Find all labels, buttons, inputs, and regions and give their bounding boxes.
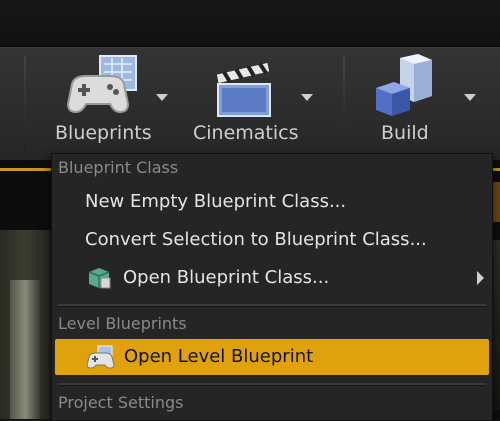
main-toolbar: Blueprints Cinematics Build: [0, 47, 500, 161]
toolbar-separator: [343, 56, 345, 154]
build-button[interactable]: Build: [360, 48, 490, 161]
menu-divider: [58, 383, 486, 386]
title-strip: [0, 0, 500, 47]
section-header-level-blueprints: Level Blueprints: [58, 314, 187, 333]
toolbar-separator: [24, 56, 26, 154]
blueprints-label: Blueprints: [55, 122, 152, 144]
blueprints-dropdown-arrow[interactable]: [156, 94, 168, 101]
blueprints-dropdown-menu: Blueprint Class New Empty Blueprint Clas…: [51, 153, 493, 421]
section-header-blueprint-class: Blueprint Class: [58, 158, 179, 177]
clapperboard-icon: [215, 61, 271, 117]
menu-item-label: Open Blueprint Class...: [123, 267, 330, 288]
level-blueprint-icon: [86, 345, 115, 369]
build-label: Build: [381, 122, 429, 144]
menu-item-open-blueprint-class[interactable]: Open Blueprint Class...: [54, 260, 490, 296]
build-dropdown-arrow[interactable]: [464, 94, 476, 101]
blueprints-button[interactable]: Blueprints: [52, 48, 182, 161]
section-header-project-settings: Project Settings: [58, 393, 184, 412]
submenu-arrow-icon: [477, 271, 484, 285]
menu-item-open-level-blueprint[interactable]: Open Level Blueprint: [55, 339, 489, 375]
blueprint-class-open-icon: [88, 268, 111, 289]
cinematics-dropdown-arrow[interactable]: [301, 94, 313, 101]
build-cubes-icon: [376, 54, 432, 116]
viewport-scene-pillar: [10, 280, 40, 419]
cinematics-button[interactable]: Cinematics: [190, 48, 325, 161]
menu-item-new-empty-blueprint-class[interactable]: New Empty Blueprint Class...: [54, 184, 490, 220]
menu-divider: [58, 304, 486, 307]
menu-item-label: Open Level Blueprint: [124, 346, 314, 367]
gamepad-blueprint-icon: [66, 55, 137, 114]
menu-item-convert-selection-to-blueprint-class[interactable]: Convert Selection to Blueprint Class...: [54, 222, 490, 258]
cinematics-label: Cinematics: [193, 122, 299, 144]
